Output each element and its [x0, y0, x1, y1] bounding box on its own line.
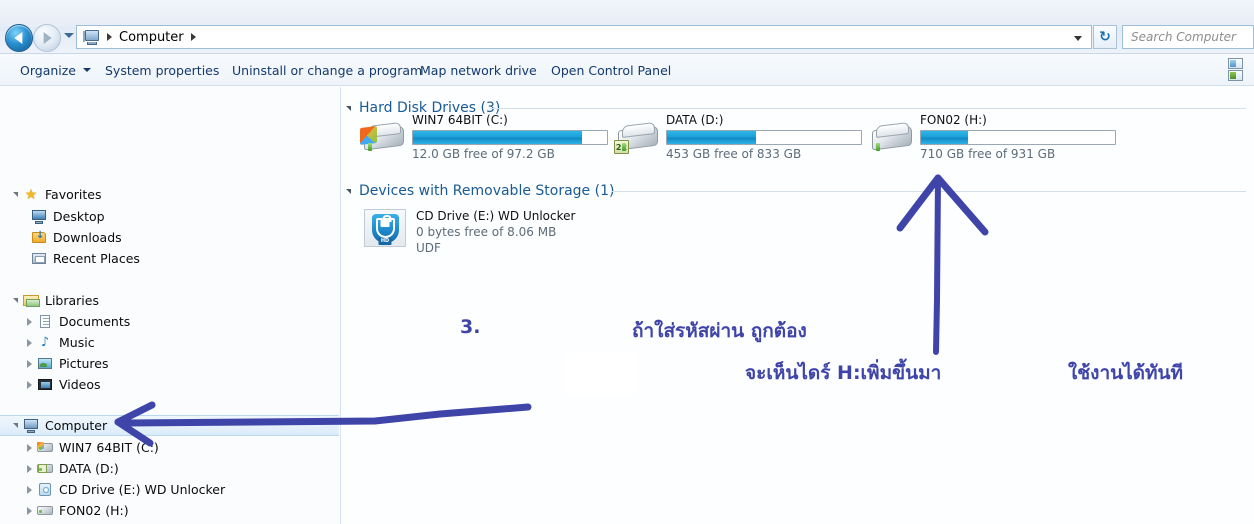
content-pane[interactable]: Hard Disk Drives (3) WIN7 64BIT (C:) 12.…: [342, 87, 1254, 524]
chevron-down-icon: [83, 68, 91, 72]
collapse-triangle-icon[interactable]: [346, 105, 351, 111]
expander-icon[interactable]: [22, 486, 36, 494]
address-path-field[interactable]: Computer: [76, 25, 1092, 49]
hard-drive-data-icon: 22: [614, 121, 660, 155]
sidebar-item-libraries[interactable]: Libraries: [0, 290, 340, 311]
wd-unlocker-shield-icon: HD: [364, 209, 406, 247]
sidebar-item-fon02-h-drive[interactable]: FON02 (H:): [0, 500, 340, 521]
breadcrumb-separator-icon[interactable]: [190, 33, 196, 41]
capacity-bar-fill: [667, 131, 757, 144]
drive-capacity-text: 12.0 GB free of 97.2 GB: [412, 147, 555, 161]
toolbar-uninstall-program[interactable]: Uninstall or change a program: [222, 54, 432, 86]
expander-icon[interactable]: [8, 298, 22, 303]
sidebar-item-cd-drive-e[interactable]: CD Drive (E:) WD Unlocker: [0, 479, 340, 500]
expander-icon[interactable]: [8, 192, 22, 197]
sidebar-item-recent-places[interactable]: Recent Places: [0, 248, 340, 269]
erased-region: [566, 353, 636, 395]
drive-capacity-text: 710 GB free of 931 GB: [920, 147, 1056, 161]
sidebar-item-videos[interactable]: Videos: [0, 374, 340, 395]
back-arrow-icon[interactable]: [5, 24, 33, 52]
capacity-bar: [920, 130, 1116, 145]
sidebar-item-desktop[interactable]: Desktop: [0, 206, 340, 227]
computer-icon: [83, 29, 100, 45]
videos-icon: [36, 377, 54, 393]
chevron-down-icon[interactable]: [1074, 36, 1082, 41]
toolbar-open-control-panel[interactable]: Open Control Panel: [541, 54, 681, 86]
view-mode-buttons[interactable]: [1226, 58, 1252, 83]
annotation-line-2b: ใช้งานได้ทันที: [1068, 362, 1184, 384]
expander-icon[interactable]: [22, 465, 36, 473]
sidebar-item-downloads[interactable]: Downloads: [0, 227, 340, 248]
sidebar-item-win7-c-drive[interactable]: WIN7 64BIT (C:): [0, 437, 340, 458]
sidebar-item-documents[interactable]: Documents: [0, 311, 340, 332]
breadcrumb-computer[interactable]: Computer: [119, 30, 184, 45]
hard-drive-icon: [36, 503, 54, 519]
forward-arrow-icon[interactable]: [33, 24, 61, 52]
computer-icon: [22, 418, 40, 434]
document-icon: [36, 314, 54, 330]
device-capacity-text: 0 bytes free of 8.06 MB: [416, 225, 557, 239]
expander-icon[interactable]: [22, 318, 36, 326]
hard-drive-windows-icon: [360, 121, 406, 155]
explorer-window: Computer ↻ Search Computer Organize Syst…: [0, 0, 1254, 524]
libraries-icon: [22, 293, 40, 309]
expander-icon[interactable]: [22, 444, 36, 452]
annotation-line-2a: จะเห็นไดร์ H:เพิ่มขึ้นมา: [745, 362, 942, 384]
command-toolbar: Organize System properties Uninstall or …: [0, 54, 1254, 86]
music-note-icon: ♪: [40, 334, 50, 350]
toolbar-organize[interactable]: Organize: [10, 54, 101, 86]
sidebar-item-favorites[interactable]: ★ Favorites: [0, 184, 340, 205]
group-header-removable-storage[interactable]: Devices with Removable Storage (1): [346, 181, 614, 201]
collapse-triangle-icon[interactable]: [346, 188, 351, 194]
breadcrumb-separator-icon: [107, 33, 112, 41]
drive-tile-cd-drive-e[interactable]: HD CD Drive (E:) WD Unlocker 0 bytes fre…: [364, 209, 575, 255]
group-rule: [612, 191, 1246, 192]
drive-label: DATA (D:): [666, 113, 724, 127]
hard-drive-icon: [868, 121, 914, 155]
address-bar: Computer ↻ Search Computer: [0, 0, 1254, 54]
search-input[interactable]: Search Computer: [1122, 25, 1254, 49]
navigation-pane[interactable]: ★ Favorites Desktop Downloads Recent Pla…: [0, 87, 341, 524]
annotation-line-1: ถ้าใส่รหัสผ่าน ถูกต้อง: [632, 320, 807, 342]
drive-label: WIN7 64BIT (C:): [412, 113, 508, 127]
star-icon: ★: [24, 186, 38, 203]
expander-icon[interactable]: [22, 507, 36, 515]
drive-tile-win7-c[interactable]: WIN7 64BIT (C:) 12.0 GB free of 97.2 GB: [360, 113, 608, 161]
sidebar-item-music[interactable]: ♪ Music: [0, 332, 340, 353]
group-rule: [490, 108, 1246, 109]
sidebar-item-computer[interactable]: Computer: [0, 415, 339, 436]
expander-icon[interactable]: [22, 381, 36, 389]
details-view-icon[interactable]: [1228, 70, 1243, 81]
expander-icon[interactable]: [22, 360, 36, 368]
history-dropdown-icon[interactable]: [64, 33, 74, 38]
hard-drive-icon: [36, 461, 54, 477]
expander-icon[interactable]: [8, 423, 22, 428]
sidebar-item-data-d-drive[interactable]: DATA (D:): [0, 458, 340, 479]
pictures-icon: [36, 356, 54, 372]
desktop-icon: [30, 209, 48, 225]
capacity-bar: [412, 130, 608, 145]
downloads-folder-icon: [30, 230, 48, 246]
annotation-step-number: 3.: [460, 316, 481, 338]
device-filesystem: UDF: [416, 241, 441, 255]
search-placeholder: Search Computer: [1131, 30, 1236, 44]
expander-icon[interactable]: [22, 339, 36, 347]
sidebar-item-pictures[interactable]: Pictures: [0, 353, 340, 374]
drive-tile-data-d[interactable]: 22 DATA (D:) 453 GB free of 833 GB: [614, 113, 862, 161]
device-label: CD Drive (E:) WD Unlocker: [416, 209, 576, 223]
drive-capacity-text: 453 GB free of 833 GB: [666, 147, 802, 161]
capacity-bar-fill: [413, 131, 582, 144]
list-view-icon[interactable]: [1228, 58, 1243, 69]
drive-tile-fon02-h[interactable]: FON02 (H:) 710 GB free of 931 GB: [868, 113, 1116, 161]
hard-drive-windows-icon: [36, 440, 54, 456]
toolbar-map-network-drive[interactable]: Map network drive: [410, 54, 547, 86]
toolbar-system-properties[interactable]: System properties: [95, 54, 229, 86]
drive-label: FON02 (H:): [920, 113, 987, 127]
capacity-bar: [666, 130, 862, 145]
capacity-bar-fill: [921, 131, 968, 144]
refresh-icon[interactable]: ↻: [1093, 25, 1117, 49]
recent-places-icon: [30, 251, 48, 267]
cd-drive-icon: [36, 482, 54, 498]
